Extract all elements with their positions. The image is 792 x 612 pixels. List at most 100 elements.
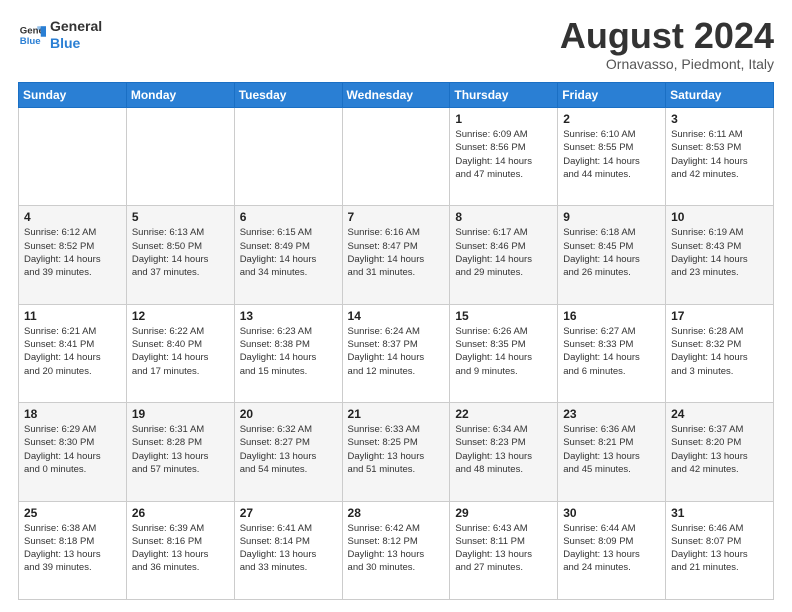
day-info: Sunrise: 6:34 AM Sunset: 8:23 PM Dayligh…	[455, 423, 552, 476]
day-number: 27	[240, 506, 337, 520]
calendar-cell: 21 Sunrise: 6:33 AM Sunset: 8:25 PM Dayli…	[342, 403, 450, 501]
day-number: 7	[348, 210, 445, 224]
calendar-cell	[19, 108, 127, 206]
day-number: 19	[132, 407, 229, 421]
calendar-week-2: 4 Sunrise: 6:12 AM Sunset: 8:52 PM Daylig…	[19, 206, 774, 304]
day-info: Sunrise: 6:16 AM Sunset: 8:47 PM Dayligh…	[348, 226, 445, 279]
calendar-cell: 13Sunrise: 6:23 AM Sunset: 8:38 PM Dayli…	[234, 304, 342, 402]
calendar-cell: 1 Sunrise: 6:09 AM Sunset: 8:56 PM Daylig…	[450, 108, 558, 206]
col-monday: Monday	[126, 83, 234, 108]
day-number: 15	[455, 309, 552, 323]
calendar-cell: 7 Sunrise: 6:16 AM Sunset: 8:47 PM Daylig…	[342, 206, 450, 304]
col-thursday: Thursday	[450, 83, 558, 108]
calendar-cell: 16Sunrise: 6:27 AM Sunset: 8:33 PM Dayli…	[558, 304, 666, 402]
day-number: 23	[563, 407, 660, 421]
day-number: 5	[132, 210, 229, 224]
col-saturday: Saturday	[666, 83, 774, 108]
calendar-cell: 17 Sunrise: 6:28 AM Sunset: 8:32 PM Dayli…	[666, 304, 774, 402]
calendar-cell: 20Sunrise: 6:32 AM Sunset: 8:27 PM Dayli…	[234, 403, 342, 501]
calendar-cell: 9Sunrise: 6:18 AM Sunset: 8:45 PM Daylig…	[558, 206, 666, 304]
calendar-cell: 3 Sunrise: 6:11 AM Sunset: 8:53 PM Daylig…	[666, 108, 774, 206]
calendar-cell: 31Sunrise: 6:46 AM Sunset: 8:07 PM Dayli…	[666, 501, 774, 599]
day-info: Sunrise: 6:26 AM Sunset: 8:35 PM Dayligh…	[455, 325, 552, 378]
day-number: 10	[671, 210, 768, 224]
title-block: August 2024 Ornavasso, Piedmont, Italy	[560, 18, 774, 72]
calendar-cell: 14 Sunrise: 6:24 AM Sunset: 8:37 PM Dayli…	[342, 304, 450, 402]
day-number: 25	[24, 506, 121, 520]
day-info: Sunrise: 6:09 AM Sunset: 8:56 PM Dayligh…	[455, 128, 552, 181]
calendar-cell: 24 Sunrise: 6:37 AM Sunset: 8:20 PM Dayli…	[666, 403, 774, 501]
calendar-cell: 18 Sunrise: 6:29 AM Sunset: 8:30 PM Dayli…	[19, 403, 127, 501]
logo-icon: General Blue	[18, 21, 46, 49]
calendar-cell: 12Sunrise: 6:22 AM Sunset: 8:40 PM Dayli…	[126, 304, 234, 402]
day-number: 1	[455, 112, 552, 126]
day-info: Sunrise: 6:28 AM Sunset: 8:32 PM Dayligh…	[671, 325, 768, 378]
day-number: 31	[671, 506, 768, 520]
day-info: Sunrise: 6:44 AM Sunset: 8:09 PM Dayligh…	[563, 522, 660, 575]
calendar-cell: 23 Sunrise: 6:36 AM Sunset: 8:21 PM Dayli…	[558, 403, 666, 501]
col-friday: Friday	[558, 83, 666, 108]
calendar-cell: 6 Sunrise: 6:15 AM Sunset: 8:49 PM Daylig…	[234, 206, 342, 304]
day-info: Sunrise: 6:12 AM Sunset: 8:52 PM Dayligh…	[24, 226, 121, 279]
day-info: Sunrise: 6:24 AM Sunset: 8:37 PM Dayligh…	[348, 325, 445, 378]
col-sunday: Sunday	[19, 83, 127, 108]
day-info: Sunrise: 6:11 AM Sunset: 8:53 PM Dayligh…	[671, 128, 768, 181]
day-number: 4	[24, 210, 121, 224]
day-number: 22	[455, 407, 552, 421]
day-info: Sunrise: 6:31 AM Sunset: 8:28 PM Dayligh…	[132, 423, 229, 476]
calendar-cell: 5Sunrise: 6:13 AM Sunset: 8:50 PM Daylig…	[126, 206, 234, 304]
day-number: 13	[240, 309, 337, 323]
calendar-cell: 2 Sunrise: 6:10 AM Sunset: 8:55 PM Daylig…	[558, 108, 666, 206]
day-info: Sunrise: 6:15 AM Sunset: 8:49 PM Dayligh…	[240, 226, 337, 279]
day-number: 24	[671, 407, 768, 421]
calendar-cell: 28 Sunrise: 6:42 AM Sunset: 8:12 PM Dayli…	[342, 501, 450, 599]
day-info: Sunrise: 6:29 AM Sunset: 8:30 PM Dayligh…	[24, 423, 121, 476]
day-number: 11	[24, 309, 121, 323]
calendar-cell: 11 Sunrise: 6:21 AM Sunset: 8:41 PM Dayli…	[19, 304, 127, 402]
calendar-cell: 26Sunrise: 6:39 AM Sunset: 8:16 PM Dayli…	[126, 501, 234, 599]
day-info: Sunrise: 6:37 AM Sunset: 8:20 PM Dayligh…	[671, 423, 768, 476]
col-tuesday: Tuesday	[234, 83, 342, 108]
day-info: Sunrise: 6:36 AM Sunset: 8:21 PM Dayligh…	[563, 423, 660, 476]
calendar-cell	[234, 108, 342, 206]
day-info: Sunrise: 6:38 AM Sunset: 8:18 PM Dayligh…	[24, 522, 121, 575]
calendar-cell: 8 Sunrise: 6:17 AM Sunset: 8:46 PM Daylig…	[450, 206, 558, 304]
calendar-cell: 27 Sunrise: 6:41 AM Sunset: 8:14 PM Dayli…	[234, 501, 342, 599]
day-info: Sunrise: 6:19 AM Sunset: 8:43 PM Dayligh…	[671, 226, 768, 279]
calendar-cell: 10 Sunrise: 6:19 AM Sunset: 8:43 PM Dayli…	[666, 206, 774, 304]
day-info: Sunrise: 6:33 AM Sunset: 8:25 PM Dayligh…	[348, 423, 445, 476]
day-number: 6	[240, 210, 337, 224]
day-number: 3	[671, 112, 768, 126]
day-info: Sunrise: 6:43 AM Sunset: 8:11 PM Dayligh…	[455, 522, 552, 575]
day-number: 17	[671, 309, 768, 323]
day-number: 21	[348, 407, 445, 421]
svg-text:Blue: Blue	[20, 36, 41, 47]
page: General Blue General Blue August 2024 Or…	[0, 0, 792, 612]
day-number: 18	[24, 407, 121, 421]
day-number: 16	[563, 309, 660, 323]
day-info: Sunrise: 6:42 AM Sunset: 8:12 PM Dayligh…	[348, 522, 445, 575]
calendar-cell: 4 Sunrise: 6:12 AM Sunset: 8:52 PM Daylig…	[19, 206, 127, 304]
calendar-week-5: 25 Sunrise: 6:38 AM Sunset: 8:18 PM Dayli…	[19, 501, 774, 599]
day-number: 28	[348, 506, 445, 520]
day-number: 29	[455, 506, 552, 520]
day-info: Sunrise: 6:21 AM Sunset: 8:41 PM Dayligh…	[24, 325, 121, 378]
calendar-cell: 30Sunrise: 6:44 AM Sunset: 8:09 PM Dayli…	[558, 501, 666, 599]
calendar-cell: 15 Sunrise: 6:26 AM Sunset: 8:35 PM Dayli…	[450, 304, 558, 402]
calendar-cell: 22 Sunrise: 6:34 AM Sunset: 8:23 PM Dayli…	[450, 403, 558, 501]
day-number: 9	[563, 210, 660, 224]
calendar-table: Sunday Monday Tuesday Wednesday Thursday…	[18, 82, 774, 600]
day-number: 2	[563, 112, 660, 126]
col-wednesday: Wednesday	[342, 83, 450, 108]
day-number: 12	[132, 309, 229, 323]
month-title: August 2024	[560, 18, 774, 54]
day-number: 20	[240, 407, 337, 421]
day-info: Sunrise: 6:17 AM Sunset: 8:46 PM Dayligh…	[455, 226, 552, 279]
calendar-cell: 25 Sunrise: 6:38 AM Sunset: 8:18 PM Dayli…	[19, 501, 127, 599]
day-info: Sunrise: 6:41 AM Sunset: 8:14 PM Dayligh…	[240, 522, 337, 575]
day-info: Sunrise: 6:10 AM Sunset: 8:55 PM Dayligh…	[563, 128, 660, 181]
day-number: 14	[348, 309, 445, 323]
logo: General Blue General Blue	[18, 18, 102, 52]
calendar-cell: 19 Sunrise: 6:31 AM Sunset: 8:28 PM Dayli…	[126, 403, 234, 501]
day-number: 8	[455, 210, 552, 224]
